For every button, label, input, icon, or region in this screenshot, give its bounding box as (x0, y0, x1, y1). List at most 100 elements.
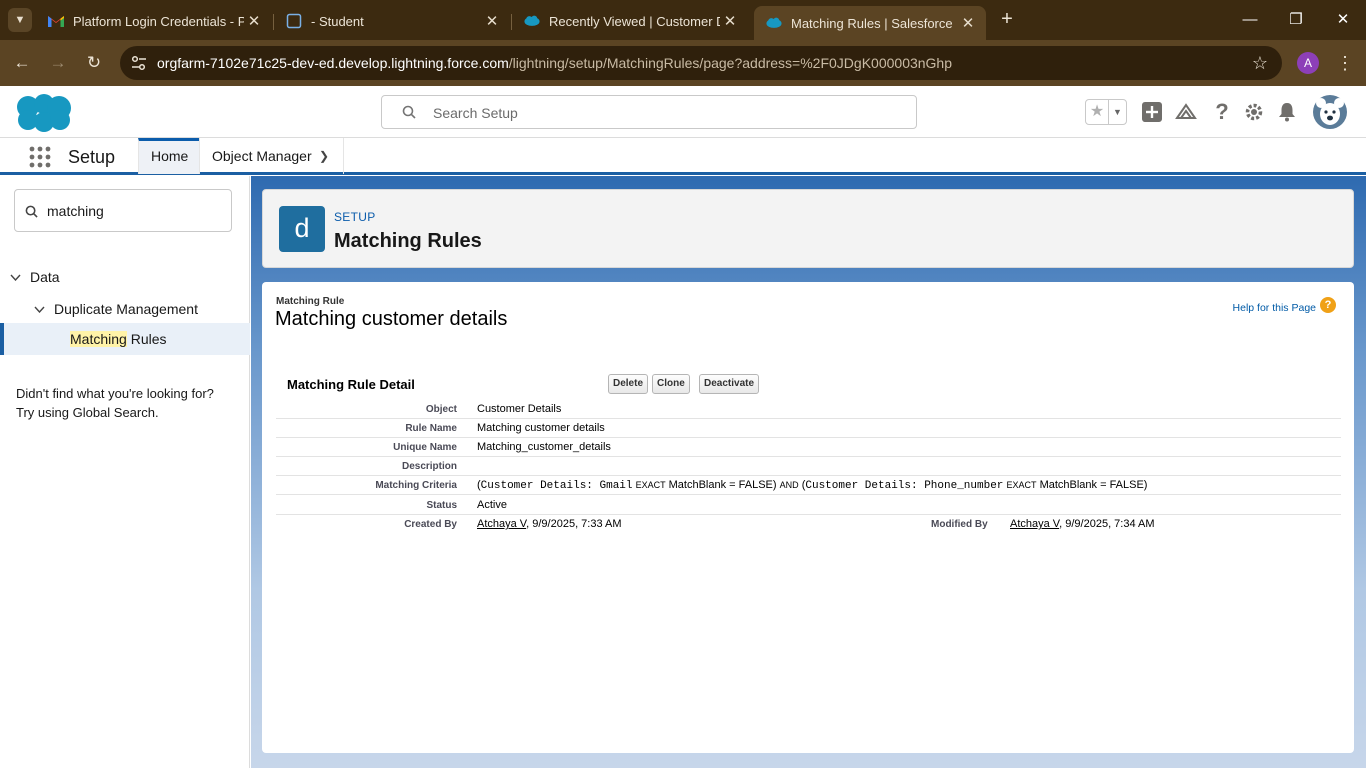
search-setup-input[interactable] (433, 103, 873, 123)
delete-button[interactable]: Delete (608, 374, 649, 394)
clone-button[interactable]: Clone (652, 374, 690, 394)
close-window-icon[interactable]: ✕ (1331, 8, 1355, 32)
site-info-icon[interactable] (130, 54, 148, 72)
tab-close-icon[interactable]: ✕ (720, 12, 740, 30)
section-title: Matching Rule Detail (287, 377, 415, 392)
browser-tab-recently-viewed[interactable]: Recently Viewed | Customer Det ✕ (512, 6, 748, 36)
field-value: Atchaya V, 9/9/2025, 7:34 AM (1010, 518, 1155, 530)
chevron-down-icon[interactable]: ❯ (319, 138, 329, 175)
profile-avatar[interactable]: A (1297, 52, 1319, 74)
global-actions-plus-icon[interactable] (1140, 100, 1164, 124)
browser-tab-gmail[interactable]: Platform Login Credentials - Pro ✕ (36, 6, 272, 36)
setup-navigation-bar: Setup Home Object Manager ❯ (0, 138, 1366, 175)
new-tab-plus-icon[interactable]: + (996, 9, 1018, 31)
field-value: Customer Details (477, 403, 562, 415)
criteria-and: AND (779, 480, 799, 490)
favorites-button-group[interactable]: ★ ▼ (1085, 99, 1127, 125)
minimize-icon[interactable]: — (1238, 8, 1262, 32)
help-question-icon[interactable]: ? (1210, 99, 1234, 124)
tree-item-label: Matching Rules (70, 331, 167, 347)
page-header: d SETUP Matching Rules (262, 189, 1354, 268)
browser-tab-student[interactable]: - Student ✕ (274, 6, 510, 36)
search-icon (402, 105, 416, 122)
help-for-page-link[interactable]: Help for this Page (1233, 302, 1316, 314)
search-icon (25, 205, 38, 221)
quick-find-field[interactable] (14, 189, 232, 232)
detail-row-status: Status Active (276, 496, 1341, 515)
tab-close-icon[interactable]: ✕ (958, 14, 978, 32)
browser-tab-bar: ▼ Platform Login Credentials - Pro ✕ - S… (0, 0, 1366, 40)
criteria-field: Customer Details: Phone_number (805, 480, 1004, 492)
url-path: /lightning/setup/MatchingRules/page?addr… (508, 55, 953, 71)
detail-row-description: Description (276, 457, 1341, 476)
modified-by-user-link[interactable]: Atchaya V (1010, 518, 1059, 530)
search-highlight: Matching (70, 331, 127, 347)
detail-row-unique-name: Unique Name Matching_customer_details (276, 438, 1341, 457)
not-found-line: Didn't find what you're looking for? (16, 386, 214, 401)
trailhead-icon (286, 13, 302, 29)
setup-object-icon: d (279, 206, 325, 252)
deactivate-button[interactable]: Deactivate (699, 374, 760, 394)
chevron-down-icon[interactable] (10, 272, 21, 284)
browser-menu-icon[interactable]: ⋮ (1336, 51, 1354, 75)
trailhead-guidance-icon[interactable] (1174, 100, 1198, 124)
field-label: Modified By (931, 519, 988, 530)
quick-find-input[interactable] (47, 202, 217, 220)
tree-item-data[interactable]: Data (30, 269, 60, 285)
gmail-icon (48, 13, 64, 29)
reload-icon[interactable]: ↻ (82, 51, 106, 75)
field-label: Rule Name (405, 423, 457, 434)
tab-object-manager[interactable]: Object Manager ❯ (199, 138, 344, 174)
matching-criteria-value: (Customer Details: Gmail EXACT MatchBlan… (477, 479, 1147, 492)
tab-close-icon[interactable]: ✕ (244, 12, 264, 30)
criteria-field: Customer Details: Gmail (480, 480, 633, 492)
tree-item-label-rest: Rules (126, 331, 167, 347)
favorites-dropdown-icon[interactable]: ▼ (1108, 100, 1126, 124)
field-value: Atchaya V, 9/9/2025, 7:33 AM (477, 518, 622, 530)
help-question-icon[interactable]: ? (1320, 297, 1336, 313)
bookmark-star-icon[interactable]: ☆ (1252, 53, 1268, 74)
back-arrow-icon[interactable]: ← (10, 51, 34, 75)
tree-item-duplicate-management[interactable]: Duplicate Management (54, 301, 198, 317)
salesforce-cloud-icon (524, 13, 540, 29)
detail-row-created-modified: Created By Atchaya V, 9/9/2025, 7:33 AM … (276, 515, 1341, 534)
field-label: Description (401, 461, 457, 472)
tab-object-manager-label: Object Manager (212, 148, 312, 164)
setup-sidebar: Data Duplicate Management Matching Rules… (0, 176, 250, 768)
app-launcher-icon[interactable] (29, 146, 51, 168)
url-host: orgfarm-7102e71c25-dev-ed.develop.lightn… (157, 55, 509, 71)
tab-title: Matching Rules | Salesforce (791, 15, 953, 31)
detail-row-rule-name: Rule Name Matching customer details (276, 419, 1341, 438)
setup-gear-icon[interactable] (1242, 100, 1266, 124)
entity-name: Matching customer details (275, 308, 508, 330)
field-value: Matching_customer_details (477, 441, 611, 453)
forward-arrow-icon[interactable]: → (46, 51, 70, 75)
tab-title: - Student (311, 13, 364, 29)
criteria-matchblank: MatchBlank = FALSE) (668, 479, 777, 491)
criteria-operator: EXACT (1006, 480, 1037, 490)
detail-panel: Matching Rule Matching customer details … (262, 282, 1354, 753)
created-by-user-link[interactable]: Atchaya V (477, 518, 526, 530)
tab-title: Recently Viewed | Customer Det (549, 13, 720, 29)
browser-tab-matching-rules[interactable]: Matching Rules | Salesforce ✕ (754, 6, 986, 40)
tab-close-icon[interactable]: ✕ (482, 12, 502, 30)
notifications-bell-icon[interactable] (1275, 100, 1299, 124)
salesforce-cloud-icon (766, 15, 782, 31)
modified-by-date: , 9/9/2025, 7:34 AM (1059, 518, 1155, 530)
chevron-down-icon[interactable] (34, 304, 45, 316)
criteria-operator: EXACT (635, 480, 666, 490)
favorites-star-icon[interactable]: ★ (1086, 100, 1108, 124)
restore-icon[interactable]: ❐ (1284, 8, 1308, 32)
salesforce-logo[interactable] (14, 93, 74, 136)
detail-row-matching-criteria: Matching Criteria (Customer Details: Gma… (276, 476, 1341, 495)
created-by-date: , 9/9/2025, 7:33 AM (526, 518, 622, 530)
address-bar[interactable]: orgfarm-7102e71c25-dev-ed.develop.lightn… (120, 46, 1282, 80)
user-avatar[interactable] (1312, 94, 1348, 133)
tree-item-matching-rules[interactable]: Matching Rules (0, 323, 250, 355)
browser-toolbar: ← → ↻ orgfarm-7102e71c25-dev-ed.develop.… (0, 40, 1366, 86)
salesforce-global-header: ★ ▼ ? (0, 86, 1366, 138)
field-label: Status (426, 500, 457, 511)
search-setup-field[interactable] (381, 95, 917, 129)
tab-search-chevron-icon[interactable]: ▼ (8, 8, 32, 32)
tab-home[interactable]: Home (138, 138, 199, 174)
